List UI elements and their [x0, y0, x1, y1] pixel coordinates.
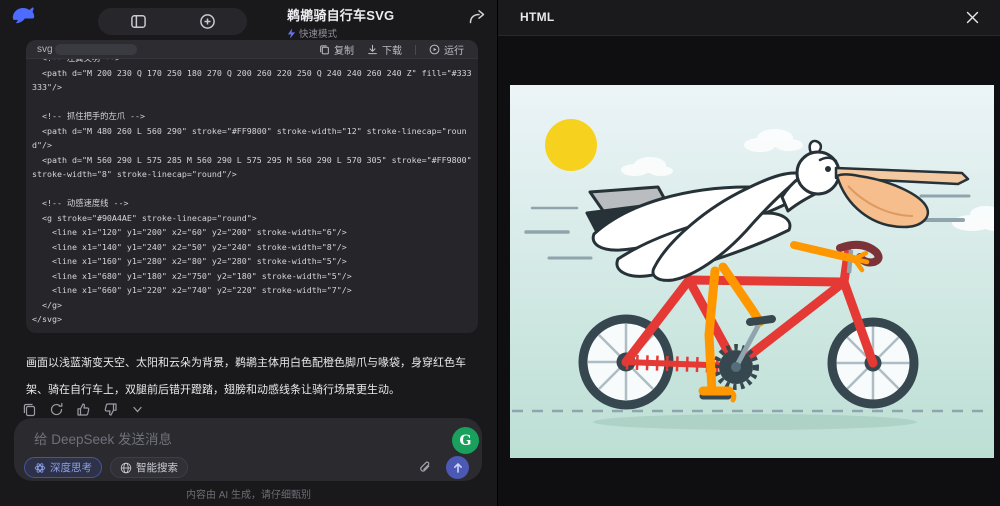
composer: G 深度思考 智能搜索 — [14, 418, 482, 481]
atom-icon — [34, 462, 46, 474]
nav-pill — [98, 8, 247, 35]
paperclip-icon[interactable] — [418, 460, 433, 475]
new-chat-icon[interactable] — [199, 13, 216, 30]
send-button[interactable] — [446, 456, 469, 479]
chat-title: 鹈鹕骑自行车SVG — [287, 5, 394, 24]
code-scroll-area[interactable]: <!-- 左翼尖羽 --> <path d="M 200 230 Q 170 2… — [32, 59, 472, 333]
mode-label: 快速模式 — [299, 26, 337, 40]
preview-header: HTML — [498, 0, 1000, 36]
play-circle-icon — [429, 44, 440, 55]
code-card-header: svg 复制 下载 — [26, 40, 478, 59]
loading-shimmer — [55, 44, 137, 55]
download-icon — [367, 44, 378, 55]
code-language-label: svg — [37, 44, 53, 55]
copy-code-button[interactable]: 复制 — [319, 42, 354, 57]
lightning-icon — [287, 28, 296, 39]
thumbs-down-icon[interactable] — [103, 402, 118, 417]
message-input[interactable] — [34, 428, 364, 450]
title-block: 鹈鹕骑自行车SVG 快速模式 — [287, 5, 394, 40]
chat-panel: 鹈鹕骑自行车SVG 快速模式 svg — [0, 0, 497, 506]
close-icon[interactable] — [965, 10, 980, 25]
sidebar-toggle-icon[interactable] — [130, 13, 147, 30]
sun — [545, 119, 597, 171]
grammarly-icon[interactable]: G — [452, 427, 479, 454]
share-icon[interactable] — [467, 7, 487, 27]
chat-mode: 快速模式 — [287, 26, 394, 40]
code-card: svg 复制 下载 — [26, 40, 478, 333]
globe-icon — [120, 462, 132, 474]
topbar: 鹈鹕骑自行车SVG 快速模式 — [0, 0, 497, 38]
ai-disclaimer: 内容由 AI 生成，请仔细甄别 — [0, 486, 497, 501]
regenerate-icon[interactable] — [49, 402, 64, 417]
preview-panel: HTML — [497, 0, 1000, 506]
deepseek-logo-icon[interactable] — [10, 6, 36, 30]
code-content: <!-- 左翼尖羽 --> <path d="M 200 230 Q 170 2… — [32, 59, 472, 327]
copy-message-icon[interactable] — [22, 402, 37, 417]
copy-icon — [319, 44, 330, 55]
code-toolbar: 复制 下载 运行 — [319, 40, 464, 59]
arrow-up-icon — [452, 462, 464, 474]
preview-title: HTML — [520, 10, 555, 24]
preview-stage — [498, 36, 1000, 506]
svg-preview-canvas — [510, 85, 994, 458]
message-actions-row — [22, 402, 145, 417]
thumbs-up-icon[interactable] — [76, 402, 91, 417]
assistant-message-text: 画面以浅蓝渐变天空、太阳和云朵为背景，鹈鹕主体用白色配橙色脚爪与喙袋，身穿红色车… — [26, 350, 470, 404]
smart-search-toggle[interactable]: 智能搜索 — [110, 457, 188, 478]
deep-think-toggle[interactable]: 深度思考 — [24, 457, 102, 478]
deepseek-app: 鹈鹕骑自行车SVG 快速模式 svg — [0, 0, 1000, 506]
download-code-button[interactable]: 下载 — [367, 42, 402, 57]
run-code-button[interactable]: 运行 — [429, 42, 464, 57]
composer-toggles: 深度思考 智能搜索 — [24, 457, 188, 478]
more-actions-icon[interactable] — [130, 402, 145, 417]
toolbar-separator — [415, 45, 416, 55]
